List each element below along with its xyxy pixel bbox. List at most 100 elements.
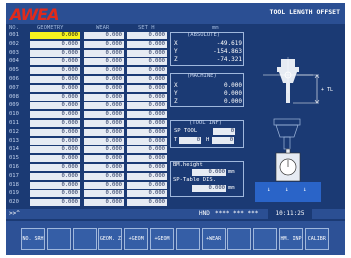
softkey-11[interactable]: HM. INP <box>279 228 303 250</box>
wear-cell[interactable]: 0.000 <box>84 146 124 154</box>
geometry-cell[interactable]: 0.000 <box>30 137 80 145</box>
t-label: T <box>174 137 178 143</box>
offset-number: 012 <box>9 128 19 135</box>
mach-z-label: Z <box>174 98 178 105</box>
softkey-8[interactable]: +WEAR <box>201 228 226 250</box>
geometry-cell[interactable]: 0.000 <box>30 76 80 83</box>
softkey-5[interactable]: +GEOM <box>124 228 149 250</box>
wear-cell[interactable]: 0.000 <box>84 93 124 101</box>
geometry-cell[interactable]: 0.000 <box>30 172 80 180</box>
dimension-label: + TL <box>321 87 333 93</box>
geometry-cell[interactable]: 0.000 <box>30 155 80 163</box>
geometry-cell[interactable]: 0.000 <box>30 190 80 198</box>
geometry-cell[interactable]: 0.000 <box>30 102 80 110</box>
wear-cell[interactable]: 0.000 <box>84 84 124 92</box>
abs-x-value: -49.619 <box>216 40 242 47</box>
set-h-cell[interactable]: 0.000 <box>127 102 167 110</box>
set-h-cell[interactable]: 0.000 <box>127 40 167 48</box>
geometry-cell[interactable]: 0.000 <box>30 111 80 119</box>
set-h-cell[interactable]: 0.000 <box>127 155 167 163</box>
geometry-cell[interactable]: 0.000 <box>30 58 80 66</box>
wear-cell[interactable]: 0.000 <box>84 120 124 127</box>
geometry-cell[interactable]: 0.000 <box>30 93 80 101</box>
wear-cell[interactable]: 0.000 <box>84 199 124 207</box>
geometry-cell[interactable]: 0.000 <box>30 40 80 48</box>
geometry-cell[interactable]: 0.000 <box>30 146 80 154</box>
offset-number: 007 <box>9 84 19 91</box>
offset-number: 011 <box>9 120 19 126</box>
sp-tool-label: SP TOOL <box>174 128 198 134</box>
set-h-cell[interactable]: 0.000 <box>127 93 167 101</box>
offset-number: 020 <box>9 199 19 206</box>
clock: 10:11:25 <box>268 209 312 219</box>
abs-y-value: -154.863 <box>213 48 242 55</box>
softkey-9[interactable] <box>227 228 252 250</box>
softkey-1[interactable]: NO. SRH <box>21 228 45 250</box>
wear-cell[interactable]: 0.000 <box>84 164 124 171</box>
wear-cell[interactable]: 0.000 <box>84 181 124 189</box>
set-h-cell[interactable]: 0.000 <box>127 190 167 198</box>
set-h-cell[interactable]: 0.000 <box>127 49 167 57</box>
wear-cell[interactable]: 0.000 <box>84 49 124 57</box>
set-h-cell[interactable]: 0.000 <box>127 137 167 145</box>
wear-cell[interactable]: 0.000 <box>84 111 124 119</box>
softkey-10[interactable] <box>253 228 278 250</box>
geometry-cell[interactable]: 0.000 <box>30 128 80 136</box>
offset-number: 017 <box>9 172 19 179</box>
wear-cell[interactable]: 0.000 <box>84 67 124 75</box>
set-h-cell[interactable]: 0.000 <box>127 172 167 180</box>
geometry-cell[interactable]: 0.000 <box>30 32 80 39</box>
offset-number: 001 <box>9 32 19 38</box>
wear-cell[interactable]: 0.000 <box>84 102 124 110</box>
set-h-cell[interactable]: 0.000 <box>127 146 167 154</box>
softkey-bar: NO. SRH GEOM. Z +GEOM +GEOM +WEAR HM. INP CALI… <box>6 221 345 255</box>
command-prompt[interactable]: >>^ <box>9 209 20 219</box>
screen-title: TOOL LENGTH OFFSET <box>269 8 340 16</box>
set-h-cell[interactable]: 0.000 <box>127 32 167 39</box>
set-h-cell[interactable]: 0.000 <box>127 199 167 207</box>
wear-cell[interactable]: 0.000 <box>84 190 124 198</box>
geometry-cell[interactable]: 0.000 <box>30 164 80 171</box>
cnc-screen: AWEA TOOL LENGTH OFFSET NO. GEOMETRY WEA… <box>6 3 345 255</box>
softkey-3[interactable] <box>72 228 97 250</box>
wear-cell[interactable]: 0.000 <box>84 172 124 180</box>
set-h-cell[interactable]: 0.000 <box>127 84 167 92</box>
softkey-12[interactable]: CALIBR <box>304 228 329 250</box>
offset-number: 014 <box>9 146 19 153</box>
geometry-cell[interactable]: 0.000 <box>30 199 80 207</box>
wear-cell[interactable]: 0.000 <box>84 76 124 83</box>
absolute-title: (ABSOLUTE) <box>187 32 221 38</box>
set-h-cell[interactable]: 0.000 <box>127 164 167 171</box>
set-h-cell[interactable]: 0.000 <box>127 181 167 189</box>
bm-height-value: 0.000 <box>208 169 225 175</box>
geometry-cell[interactable]: 0.000 <box>30 49 80 57</box>
tool-length-diagram: + TL ↓ ↓ ↓ <box>255 57 333 202</box>
wear-cell[interactable]: 0.000 <box>84 128 124 136</box>
wear-cell[interactable]: 0.000 <box>84 32 124 39</box>
unit-label: mm <box>212 25 219 31</box>
geometry-cell[interactable]: 0.000 <box>30 120 80 127</box>
tool-holder-outline-icon <box>273 118 301 150</box>
wear-cell[interactable]: 0.000 <box>84 137 124 145</box>
softkey-7[interactable] <box>175 228 200 250</box>
bm-height-label: BM.height <box>173 162 203 168</box>
title-bar: AWEA TOOL LENGTH OFFSET <box>6 3 345 24</box>
wear-cell[interactable]: 0.000 <box>84 155 124 163</box>
wear-cell[interactable]: 0.000 <box>84 58 124 66</box>
set-h-cell[interactable]: 0.000 <box>127 111 167 119</box>
set-h-cell[interactable]: 0.000 <box>127 67 167 75</box>
geometry-cell[interactable]: 0.000 <box>30 84 80 92</box>
geometry-cell[interactable]: 0.000 <box>30 67 80 75</box>
set-h-cell[interactable]: 0.000 <box>127 120 167 127</box>
set-h-cell[interactable]: 0.000 <box>127 58 167 66</box>
sp-table-unit: mm <box>228 185 235 191</box>
offset-number: 013 <box>9 137 19 144</box>
set-h-cell[interactable]: 0.000 <box>127 76 167 83</box>
softkey-2[interactable] <box>46 228 71 250</box>
softkey-6[interactable]: +GEOM <box>150 228 174 250</box>
softkey-4[interactable]: GEOM. Z <box>98 228 123 250</box>
offset-number: 008 <box>9 93 19 100</box>
set-h-cell[interactable]: 0.000 <box>127 128 167 136</box>
wear-cell[interactable]: 0.000 <box>84 40 124 48</box>
geometry-cell[interactable]: 0.000 <box>30 181 80 189</box>
